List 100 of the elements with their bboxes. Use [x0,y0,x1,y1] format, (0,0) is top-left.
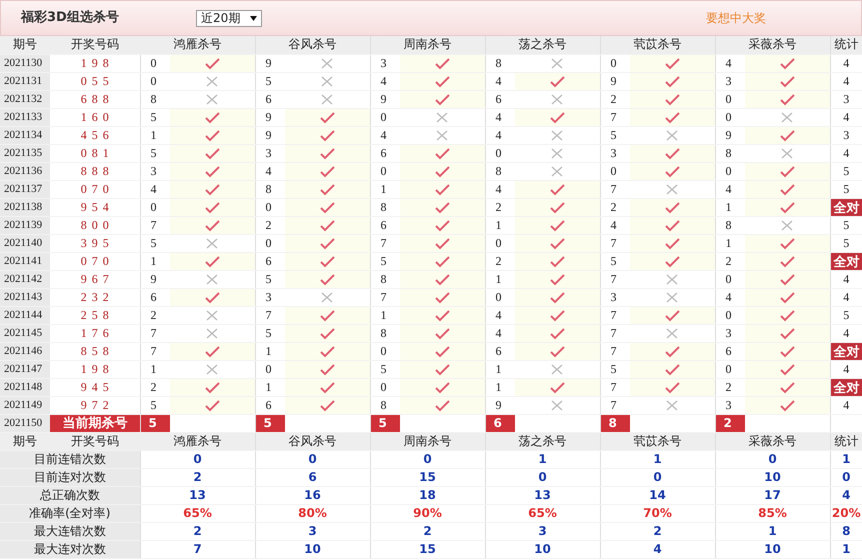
stat-value: 14 [600,486,715,504]
stat-value: 1 [485,450,600,468]
stat-value: 0 [140,450,255,468]
kill-number: 1 [485,360,515,378]
column-header: 谷风杀号 [255,432,370,450]
kill-number: 7 [600,396,630,414]
stat-value: 1 [830,540,862,558]
stat-value: 8 [830,522,862,540]
stat-value: 18 [370,486,485,504]
kill-number: 7 [600,324,630,342]
column-header: 周南杀号 [370,432,485,450]
kill-number: 5 [140,414,170,432]
kill-number: 5 [255,414,285,432]
stat-label: 目前连对次数 [0,468,140,486]
kill-number: 6 [485,414,515,432]
stat-value: 70% [600,504,715,522]
kill-number: 8 [485,162,515,180]
issue-cell: 2021142 [0,270,50,288]
draw-numbers: 8 0 0 [50,216,140,234]
stat-value: 2 [140,468,255,486]
stat-value: 80% [255,504,370,522]
stat-value: 10 [255,540,370,558]
stat-value: 6 [255,468,370,486]
kill-number: 5 [370,414,400,432]
hit-count: 4 [830,54,862,72]
stat-value: 2 [600,522,715,540]
draw-numbers: 3 9 5 [50,234,140,252]
issue-cell: 2021138 [0,198,50,216]
issue-cell: 2021135 [0,144,50,162]
issue-cell: 2021131 [0,72,50,90]
stat-value: 65% [140,504,255,522]
stat-value: 0 [600,468,715,486]
hit-count: 5 [830,162,862,180]
stat-value: 0 [715,450,830,468]
column-header: 鸿雁杀号 [140,432,255,450]
stat-value: 0 [830,468,862,486]
all-correct-badge: 全对 [830,342,862,359]
issue-cell: 2021149 [0,396,50,414]
draw-numbers: 0 7 0 [50,252,140,270]
kill-number: 9 [255,54,285,72]
column-header: 周南杀号 [370,36,485,54]
stat-value: 90% [370,504,485,522]
issue-cell: 2021143 [0,288,50,306]
stat-value: 17 [715,486,830,504]
kill-number: 5 [600,126,630,144]
draw-numbers: 2 5 8 [50,306,140,324]
kill-number: 7 [600,270,630,288]
issue-cell: 2021146 [0,342,50,360]
issue-cell: 2021148 [0,378,50,396]
column-header: 茕苡杀号 [600,36,715,54]
draw-numbers: 9 4 5 [50,378,140,396]
hit-count: 4 [830,72,862,90]
issue-cell: 2021137 [0,180,50,198]
kill-number: 6 [485,90,515,108]
issue-cell: 2021140 [0,234,50,252]
kill-number: 3 [600,288,630,306]
stat-value: 0 [485,468,600,486]
column-header: 期号 [0,36,50,54]
hit-count: 4 [830,108,862,126]
draw-numbers: 4 5 6 [50,126,140,144]
column-header: 统计 [830,432,862,450]
issue-cell: 2021136 [0,162,50,180]
hit-count: 5 [830,234,862,252]
kill-number: 4 [370,126,400,144]
all-correct-badge: 全对 [830,198,862,215]
column-header: 茕苡杀号 [600,432,715,450]
draw-numbers: 8 5 8 [50,342,140,360]
stat-value: 65% [485,504,600,522]
kill-number: 8 [140,90,170,108]
kill-number: 7 [140,324,170,342]
kill-number: 1 [140,360,170,378]
issue-cell: 2021147 [0,360,50,378]
draw-numbers: 8 8 8 [50,162,140,180]
kill-number: 2 [140,306,170,324]
issue-cell: 2021145 [0,324,50,342]
issue-cell: 2021139 [0,216,50,234]
caret-icon [250,16,258,20]
kill-number: 0 [370,108,400,126]
current-kill-label: 当前期杀号 [50,414,140,432]
issue-cell: 2021144 [0,306,50,324]
stat-value: 10 [715,468,830,486]
period-select[interactable]: 近20期 [196,10,262,26]
draw-numbers: 1 9 8 [50,360,140,378]
column-header: 统计 [830,36,862,54]
kill-number: 9 [140,270,170,288]
stat-value: 20% [830,504,862,522]
hit-count: 4 [830,396,862,414]
all-correct-badge: 全对 [830,378,862,395]
draw-numbers: 1 9 8 [50,54,140,72]
draw-numbers: 9 6 7 [50,270,140,288]
draw-numbers: 1 6 0 [50,108,140,126]
hit-count: 5 [830,216,862,234]
hit-count: 5 [830,306,862,324]
column-header: 荡之杀号 [485,36,600,54]
stat-value: 85% [715,504,830,522]
draw-numbers: 9 7 2 [50,396,140,414]
kill-number: 8 [485,54,515,72]
kill-number: 0 [715,108,745,126]
stat-value: 2 [140,522,255,540]
stat-label: 目前连错次数 [0,450,140,468]
